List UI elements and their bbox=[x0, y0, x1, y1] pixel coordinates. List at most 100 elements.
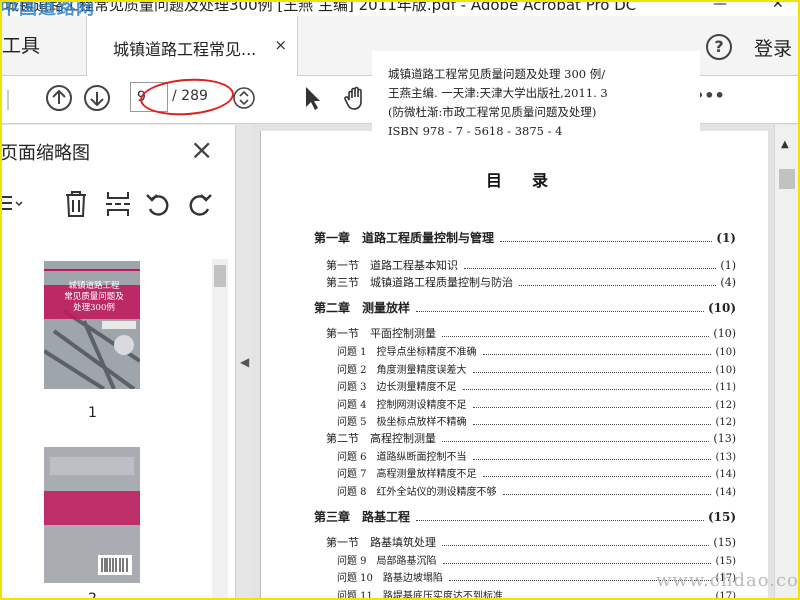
toc-entry[interactable]: 问题 5 极坐标点放样不精确 (12) bbox=[337, 413, 736, 428]
toc-leader-dots bbox=[462, 389, 712, 390]
help-icon[interactable]: ? bbox=[706, 34, 732, 60]
panel-toolbar bbox=[0, 187, 230, 221]
document-area: 目录 第一章 道路工程质量控制与管理 (1) 第一节 道路工程基本知识 (1) 第三节 … bbox=[252, 125, 774, 600]
toc-entry-title: 第三节 城镇道路工程质量控制与防治 bbox=[326, 276, 513, 289]
toc-entry[interactable]: 问题 6 道路纵断面控制不当 (13) bbox=[337, 448, 736, 463]
toc-entry[interactable]: 第一节 路基填筑处理 (15) bbox=[326, 534, 736, 550]
toc-entry[interactable]: 第一节 道路工程基本知识 (1) bbox=[326, 257, 736, 273]
document-scrollbar[interactable]: ▲ bbox=[774, 125, 798, 600]
toc-entry[interactable]: 问题 3 边长测量精度不足 (11) bbox=[337, 378, 736, 393]
toc-entry[interactable]: 问题 1 控导点坐标精度不准确 (10) bbox=[337, 343, 736, 358]
rotate-left-icon[interactable] bbox=[144, 191, 172, 217]
page-thumbnail-1[interactable]: 城镇道路工程 常见质量问题及 处理300例 bbox=[44, 261, 140, 389]
toc-entry[interactable]: 第三节 城镇道路工程质量控制与防治 (4) bbox=[326, 274, 736, 290]
toc-entry[interactable]: 问题 4 控制网测设精度不足 (12) bbox=[337, 396, 736, 411]
toc-entry-title: 第三章 路基工程 bbox=[314, 510, 411, 524]
toc-entry-title: 问题 9 局部路基沉陷 bbox=[337, 556, 437, 567]
toc-entry-title: 问题 3 边长测量精度不足 bbox=[337, 382, 457, 393]
panel-scroll-thumb[interactable] bbox=[214, 265, 226, 287]
toc-entry-title: 问题 11 路堤基底压实度达不到标准 bbox=[337, 591, 503, 600]
document-scroll-thumb[interactable] bbox=[779, 169, 795, 189]
previous-page-icon[interactable] bbox=[45, 84, 73, 112]
toc-entry[interactable]: 第二节 高程控制测量 (13) bbox=[326, 430, 736, 446]
close-tab-icon[interactable]: × bbox=[274, 36, 287, 54]
toc-entry[interactable]: 问题 2 角度测量精度误差大 (10) bbox=[337, 361, 736, 376]
cip-line: ISBN 978 - 7 - 5618 - 3875 - 4 bbox=[388, 124, 563, 138]
window-title: 城镇道路工程常见质量问题及处理300例 [王燕 主编] 2011年版.pdf -… bbox=[4, 0, 637, 14]
toc-entry-page: (15) bbox=[713, 536, 736, 549]
toc-entry-page: (14) bbox=[715, 487, 736, 498]
site-watermark: 中国道路网 bbox=[0, 0, 95, 16]
cover-title: 城镇道路工程 常见质量问题及 处理300例 bbox=[64, 281, 124, 313]
toc-leader-dots bbox=[472, 459, 712, 460]
toc-entry-title: 问题 10 路基边坡塌陷 bbox=[337, 573, 443, 584]
close-panel-icon[interactable]: × bbox=[190, 133, 213, 166]
toc-entry[interactable]: 第一章 道路工程质量控制与管理 (1) bbox=[314, 229, 736, 246]
toc-leader-dots bbox=[464, 268, 717, 269]
toc-entry-title: 问题 5 极坐标点放样不精确 bbox=[337, 417, 467, 428]
toc-leader-dots bbox=[508, 598, 712, 599]
login-button[interactable]: 登录 bbox=[754, 34, 792, 61]
toc-entry[interactable]: 第一节 平面控制测量 (10) bbox=[326, 325, 736, 341]
toc-leader-dots bbox=[442, 563, 712, 564]
scroll-up-icon[interactable]: ▲ bbox=[781, 139, 789, 150]
extract-page-icon[interactable] bbox=[104, 189, 132, 219]
tab-document[interactable]: 城镇道路工程常见... × bbox=[86, 16, 298, 77]
options-menu-icon[interactable] bbox=[0, 191, 28, 217]
toc-leader-dots bbox=[442, 441, 710, 442]
toc-entry-page: (15) bbox=[707, 510, 736, 524]
back-cover-image bbox=[44, 447, 140, 583]
cip-line: (防微杜渐:市政工程常见质量问题及处理) bbox=[388, 105, 597, 119]
toc-entry-title: 第一节 平面控制测量 bbox=[326, 327, 436, 340]
hand-tool-icon[interactable] bbox=[342, 84, 370, 112]
select-cursor-icon[interactable] bbox=[298, 84, 326, 112]
toc-entry[interactable]: 问题 8 红外全站仪的测设精度不够 (14) bbox=[337, 483, 736, 498]
next-page-icon[interactable] bbox=[83, 84, 111, 112]
toc-entry-title: 第一章 道路工程质量控制与管理 bbox=[314, 231, 495, 245]
toc-entry-page: (1) bbox=[720, 259, 736, 272]
toc-entry-title: 问题 4 控制网测设精度不足 bbox=[337, 400, 467, 411]
toc-entry-page: (13) bbox=[715, 452, 736, 463]
toc-entry-page: (12) bbox=[715, 417, 736, 428]
minimize-button[interactable]: — bbox=[713, 0, 727, 12]
toc-entry-page: (10) bbox=[715, 347, 736, 358]
toolbar-edge-icon bbox=[7, 90, 9, 110]
pdf-page: 目录 第一章 道路工程质量控制与管理 (1) 第一节 道路工程基本知识 (1) 第三节 … bbox=[260, 131, 768, 600]
toc-title: 目录 bbox=[486, 171, 579, 190]
collapse-panel-icon[interactable]: ◀ bbox=[240, 355, 249, 369]
page-stepper-icon[interactable] bbox=[230, 84, 258, 112]
thumbnail-panel: 页面缩略图 × 城镇道路工程 常见质量问题及 处理300例 1 2 bbox=[0, 125, 236, 600]
toc-entry-page: (10) bbox=[707, 301, 736, 315]
toc-entry-title: 问题 7 高程测量放样精度不足 bbox=[337, 469, 477, 480]
toc-entry[interactable]: 第二章 测量放样 (10) bbox=[314, 299, 736, 316]
panel-title: 页面缩略图 bbox=[0, 143, 90, 164]
toc-leader-dots bbox=[442, 336, 710, 337]
trash-icon[interactable] bbox=[62, 189, 90, 219]
cip-line: 王燕主编. 一天津:天津大学出版社,2011. 3 bbox=[388, 86, 608, 100]
toc-leader-dots bbox=[416, 520, 704, 521]
toc-entry-title: 问题 8 红外全站仪的测设精度不够 bbox=[337, 487, 497, 498]
toc-leader-dots bbox=[482, 354, 712, 355]
panel-scrollbar[interactable] bbox=[212, 259, 228, 599]
toc-leader-dots bbox=[482, 476, 712, 477]
toc-leader-dots bbox=[500, 241, 713, 242]
toc-entry-page: (17) bbox=[715, 591, 736, 600]
toc-entry-title: 第一节 道路工程基本知识 bbox=[326, 259, 458, 272]
toc-entry-page: (10) bbox=[715, 365, 736, 376]
page-thumbnail-2[interactable] bbox=[44, 447, 140, 583]
toc-entry[interactable]: 第三章 路基工程 (15) bbox=[314, 508, 736, 525]
toc-leader-dots bbox=[502, 494, 712, 495]
tab-tools[interactable]: 工具 bbox=[0, 16, 58, 76]
toc-entry[interactable]: 问题 9 局部路基沉陷 (15) bbox=[337, 552, 736, 567]
rotate-right-icon[interactable] bbox=[186, 191, 214, 217]
toc-entry-title: 问题 6 道路纵断面控制不当 bbox=[337, 452, 467, 463]
toc-entry-page: (12) bbox=[715, 400, 736, 411]
thumbnail-label-2: 2 bbox=[88, 591, 97, 600]
toc-entry-page: (13) bbox=[713, 432, 736, 445]
toc-entry-page: (11) bbox=[715, 382, 736, 393]
toc-entry-title: 第二节 高程控制测量 bbox=[326, 432, 436, 445]
toc-entry-title: 问题 2 角度测量精度误差大 bbox=[337, 365, 467, 376]
close-window-button[interactable]: ✕ bbox=[772, 0, 784, 12]
toc-entry[interactable]: 问题 7 高程测量放样精度不足 (14) bbox=[337, 465, 736, 480]
toc-entry-page: (1) bbox=[716, 231, 736, 245]
